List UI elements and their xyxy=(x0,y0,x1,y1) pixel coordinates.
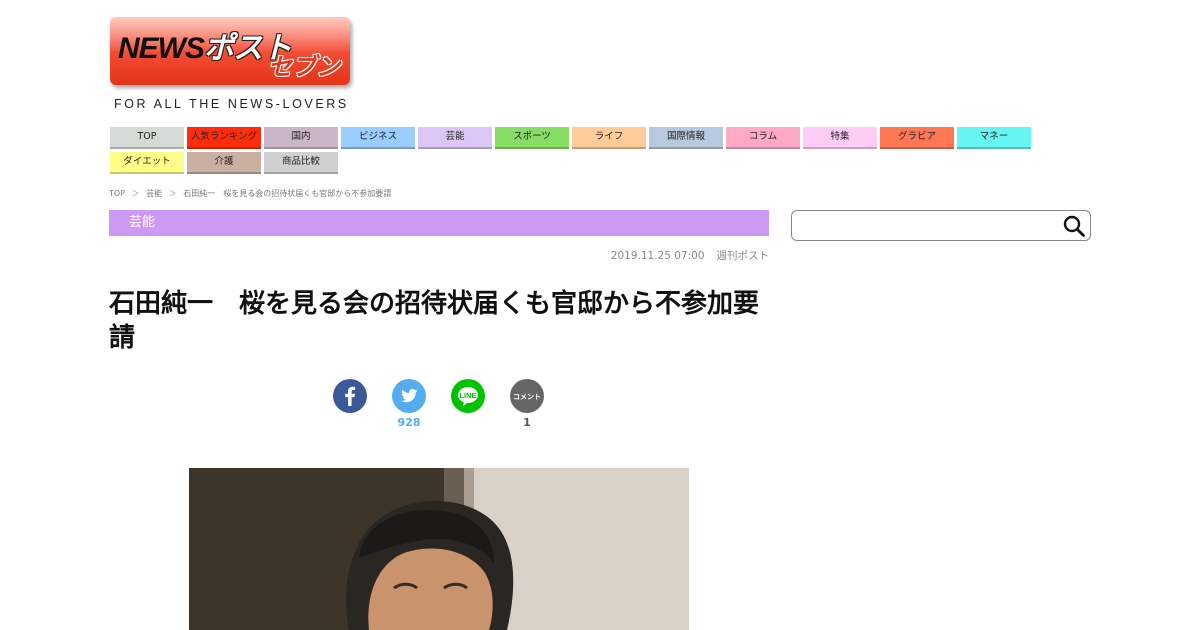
twitter-share-button[interactable] xyxy=(392,379,426,413)
nav-item[interactable]: 商品比較 xyxy=(264,152,338,174)
search-icon[interactable] xyxy=(1062,214,1086,238)
page: NEWSポスト セブン FOR ALL THE NEWS-LOVERS TOP 人… xyxy=(0,0,1200,630)
facebook-icon xyxy=(345,386,356,406)
article-photo xyxy=(189,468,689,630)
nav-item[interactable]: TOP xyxy=(110,127,184,149)
nav-item[interactable]: 特集 xyxy=(803,127,877,149)
search-input[interactable] xyxy=(800,215,1054,238)
nav-item[interactable]: グラビア xyxy=(880,127,954,149)
nav-item[interactable]: スポーツ xyxy=(495,127,569,149)
nav-item[interactable]: ダイエット xyxy=(110,152,184,174)
breadcrumb-separator: ＞ xyxy=(131,189,140,198)
comment-count: 1 xyxy=(523,416,531,429)
line-icon: LINE xyxy=(458,387,478,406)
breadcrumb-current: 石田純一 桜を見る会の招待状届くも官邸から不参加要請 xyxy=(183,189,392,198)
site-tagline: FOR ALL THE NEWS-LOVERS xyxy=(114,97,349,111)
article-title: 石田純一 桜を見る会の招待状届くも官邸から不参加要請 xyxy=(109,289,760,353)
comment-icon: コメント xyxy=(513,393,541,401)
twitter-share-count: 928 xyxy=(397,416,421,429)
nav-item[interactable]: ライフ xyxy=(572,127,646,149)
line-share-button[interactable]: LINE xyxy=(451,379,485,413)
nav-item[interactable]: 芸能 xyxy=(418,127,492,149)
article-meta: 2019.11.25 07:00 週刊ポスト xyxy=(611,248,769,263)
twitter-icon xyxy=(401,389,418,403)
logo-sub: セブン xyxy=(268,53,340,81)
nav-item[interactable]: 人気ランキング xyxy=(187,127,261,149)
article-date: 2019.11.25 07:00 xyxy=(610,250,705,262)
breadcrumb-separator: ＞ xyxy=(168,189,177,198)
search-box xyxy=(791,210,1091,241)
category-label: 芸能 xyxy=(129,215,156,230)
article-source: 週刊ポスト xyxy=(716,250,770,262)
portrait-illustration xyxy=(189,468,689,630)
logo-wordmark: NEWSポスト xyxy=(118,23,292,67)
breadcrumb-category[interactable]: 芸能 xyxy=(146,189,162,198)
line-icon-label: LINE xyxy=(459,391,476,400)
category-header: 芸能 xyxy=(109,210,769,236)
nav-item[interactable]: コラム xyxy=(726,127,800,149)
breadcrumb-top[interactable]: TOP xyxy=(109,189,125,198)
site-logo[interactable]: NEWSポスト セブン xyxy=(110,17,350,85)
nav-item[interactable]: 介護 xyxy=(187,152,261,174)
comment-icon-label: コメント xyxy=(513,393,541,401)
logo-latin: NEWS xyxy=(118,32,205,65)
breadcrumb: TOP ＞ 芸能 ＞ 石田純一 桜を見る会の招待状届くも官邸から不参加要請 xyxy=(109,188,391,199)
nav-item[interactable]: 国内 xyxy=(264,127,338,149)
facebook-share-button[interactable] xyxy=(333,379,367,413)
nav-item[interactable]: ビジネス xyxy=(341,127,415,149)
nav-item[interactable]: 国際情報 xyxy=(649,127,723,149)
comment-button[interactable]: コメント xyxy=(510,379,544,413)
nav-item[interactable]: マネー xyxy=(957,127,1031,149)
